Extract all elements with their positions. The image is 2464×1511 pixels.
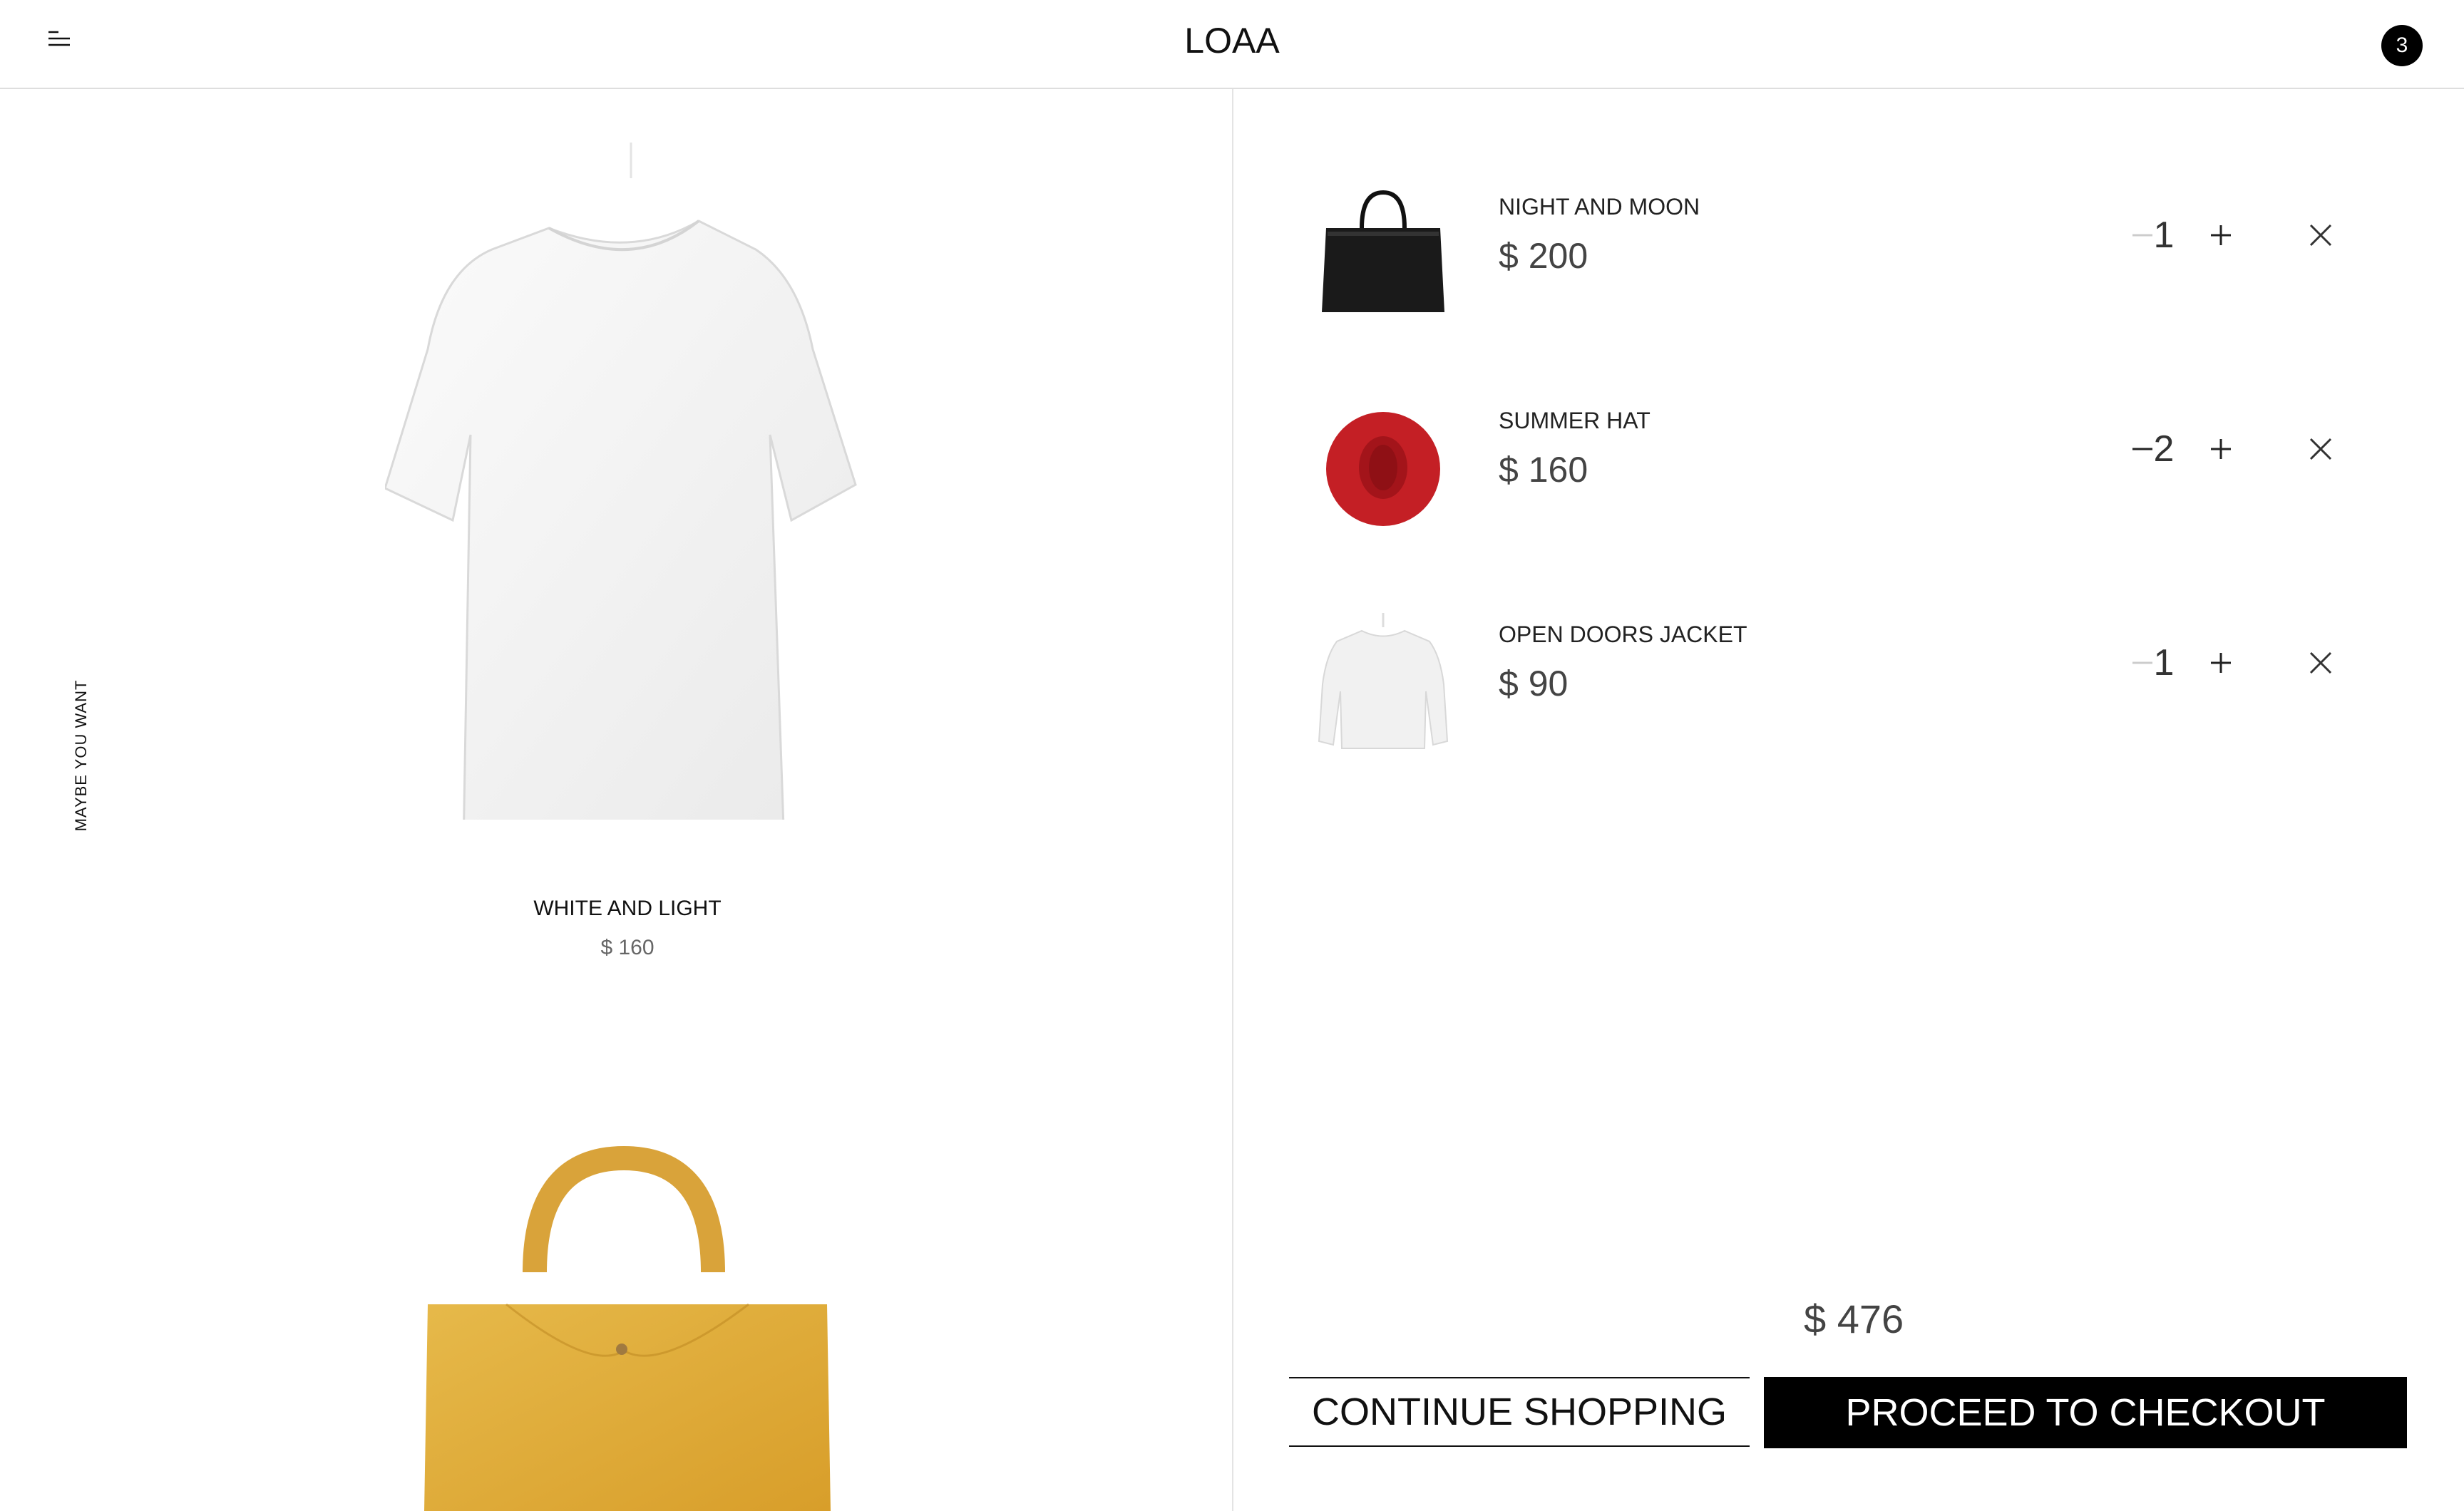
- cart-item-name[interactable]: SUMMER HAT: [1499, 408, 1651, 434]
- increase-quantity-button[interactable]: [2199, 428, 2242, 470]
- cart-item-price: $ 200: [1499, 236, 1588, 276]
- logo-letter: A: [1256, 21, 1321, 61]
- quantity-value: 2: [2153, 428, 2175, 470]
- black-bag-thumbnail[interactable]: [1312, 185, 1454, 328]
- proceed-to-checkout-button[interactable]: PROCEED TO CHECKOUT: [1764, 1377, 2407, 1448]
- white-tshirt-image[interactable]: [385, 135, 870, 820]
- suggested-product-price: $ 160: [600, 936, 654, 959]
- brand-logo[interactable]: LOAA: [0, 20, 2464, 61]
- remove-item-button[interactable]: [2299, 428, 2342, 470]
- cart-count-badge[interactable]: 3: [2381, 25, 2423, 66]
- cart-item-name[interactable]: NIGHT AND MOON: [1499, 194, 1700, 220]
- remove-item-button[interactable]: [2299, 214, 2342, 257]
- remove-item-button[interactable]: [2299, 641, 2342, 684]
- cart-item: OPEN DOORS JACKET $ 90 1: [1283, 606, 2424, 749]
- cart-item: SUMMER HAT $ 160 2: [1283, 392, 2424, 535]
- panel-divider: [1232, 89, 1233, 1511]
- top-header: LOAA 3: [0, 0, 2464, 89]
- increase-quantity-button[interactable]: [2199, 214, 2242, 257]
- continue-shopping-button[interactable]: CONTINUE SHOPPING: [1289, 1377, 1750, 1447]
- suggestions-label: MAYBE YOU WANT: [72, 679, 90, 832]
- cart-item-price: $ 160: [1499, 450, 1588, 490]
- quantity-value: 1: [2153, 215, 2175, 256]
- increase-quantity-button[interactable]: [2199, 641, 2242, 684]
- red-hat-thumbnail[interactable]: [1312, 399, 1454, 542]
- suggested-product-name[interactable]: WHITE AND LIGHT: [0, 897, 1255, 921]
- yellow-tote-bag-image[interactable]: [421, 1144, 834, 1511]
- white-jacket-thumbnail[interactable]: [1312, 613, 1454, 756]
- cart-item-price: $ 90: [1499, 664, 1569, 703]
- cart-total: $ 476: [1804, 1296, 1904, 1341]
- quantity-value: 1: [2153, 642, 2175, 684]
- cart-item: NIGHT AND MOON $ 200 1: [1283, 178, 2424, 321]
- cart-item-name[interactable]: OPEN DOORS JACKET: [1499, 622, 1747, 648]
